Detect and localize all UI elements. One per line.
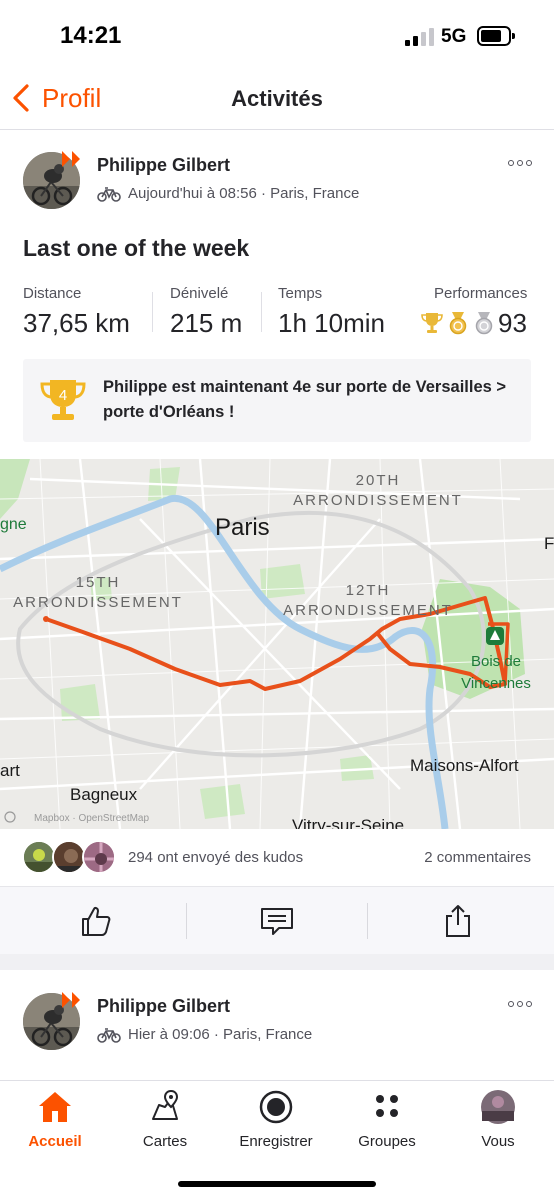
map-label-maisons-alfort: Maisons-Alfort [410, 756, 519, 775]
bike-icon [97, 1027, 121, 1043]
nav-bar: Profil Activités [0, 72, 554, 130]
activity-meta: Aujourd'hui à 08:56 · Paris, France [97, 185, 359, 202]
action-bar [0, 886, 554, 954]
home-indicator [178, 1181, 376, 1187]
tab-label: Enregistrer [239, 1133, 313, 1150]
tab-cartes[interactable]: Cartes [110, 1081, 220, 1161]
gold-medal-icon [449, 312, 467, 335]
park-marker-icon [486, 627, 504, 645]
activity-meta-text: Aujourd'hui à 08:56 · Paris, France [128, 185, 360, 202]
tab-label: Groupes [358, 1133, 416, 1150]
distance-value: 37,65 km [23, 308, 130, 338]
share-button[interactable] [368, 887, 548, 955]
elevation-value: 215 m [170, 308, 243, 338]
tab-groupes[interactable]: Groupes [332, 1081, 442, 1161]
map-label-20th: 20TH [356, 472, 401, 489]
tab-label: Vous [481, 1133, 515, 1150]
comment-button[interactable] [187, 887, 367, 955]
kudos-button[interactable] [6, 887, 186, 955]
route-map[interactable]: Paris 20TH ARRONDISSEMENT 15TH ARRONDISS… [0, 459, 554, 829]
bike-icon [97, 186, 121, 202]
map-label-edge-right: F [544, 534, 554, 553]
performance-label: Performances [434, 285, 528, 302]
network-label: 5G [441, 26, 467, 47]
map-label-15th: 15TH [76, 574, 121, 591]
map-label-bois: Bois de [471, 653, 521, 670]
map-label-bagneux: Bagneux [70, 785, 138, 804]
feed-separator [0, 954, 554, 970]
more-options-button[interactable] [508, 158, 532, 168]
activity-meta: Hier à 09:06 · Paris, France [97, 1026, 312, 1043]
athlete-name[interactable]: Philippe Gilbert [97, 155, 230, 176]
athlete-name[interactable]: Philippe Gilbert [97, 996, 230, 1017]
comment-icon [261, 908, 293, 935]
share-icon [446, 905, 470, 937]
groups-icon [376, 1095, 398, 1117]
stat-divider [261, 292, 262, 332]
trophy-gold-icon [421, 313, 443, 333]
chevron-left-icon [13, 84, 29, 112]
activity-meta-text: Hier à 09:06 · Paris, France [128, 1026, 313, 1043]
achievement-text: Philippe est maintenant 4e sur porte de … [103, 378, 507, 421]
map-label-paris: Paris [215, 514, 270, 541]
map-label-15th-arr: ARRONDISSEMENT [13, 594, 183, 611]
battery-icon [477, 26, 515, 46]
profile-avatar [481, 1090, 515, 1124]
map-svg: Paris 20TH ARRONDISSEMENT 15TH ARRONDISS… [0, 459, 554, 829]
status-bar: 14:21 5G [0, 0, 554, 72]
map-icon [152, 1089, 179, 1120]
map-attribution: Mapbox · OpenStreetMap [34, 813, 149, 824]
kudo-avatar [82, 840, 116, 874]
kudo-avatar [22, 840, 56, 874]
kudos-row[interactable]: 294 ont envoyé des kudos 2 commentaires [0, 838, 554, 878]
achievement-banner[interactable]: 4 Philippe est maintenant 4e sur porte d… [23, 359, 531, 442]
map-label-20th-arr: ARRONDISSEMENT [293, 492, 463, 509]
performance-value: 93 [498, 308, 527, 338]
comments-count[interactable]: 2 commentaires [424, 849, 531, 866]
map-label-vitry: Vitry-sur-Seine [292, 816, 404, 829]
thumbs-up-icon [82, 906, 111, 936]
tab-accueil[interactable]: Accueil [0, 1081, 110, 1161]
activity-card: Philippe Gilbert Hier à 09:06 · Paris, F… [0, 970, 554, 1080]
map-label-edge-left-top: gne [0, 516, 27, 533]
subscriber-badge-icon [62, 151, 80, 167]
signal-icon [405, 28, 435, 46]
status-time: 14:21 [60, 22, 122, 49]
map-label-edge-left-bottom: art [0, 761, 20, 780]
map-label-vincennes: Vincennes [461, 675, 531, 692]
trophy-icon: 4 [40, 380, 86, 420]
more-options-button[interactable] [508, 999, 532, 1009]
back-label: Profil [42, 82, 102, 113]
distance-label: Distance [23, 285, 82, 302]
activity-title[interactable]: Last one of the week [23, 235, 249, 262]
tab-label: Cartes [142, 1133, 188, 1150]
stat-divider [152, 292, 153, 332]
back-button[interactable]: Profil [10, 82, 101, 114]
map-label-12th-arr: ARRONDISSEMENT [283, 602, 453, 619]
achievement-rank: 4 [59, 387, 67, 404]
time-value: 1h 10min [278, 308, 385, 338]
map-label-12th: 12TH [346, 582, 391, 599]
elevation-label: Dénivelé [170, 285, 229, 302]
tab-vous[interactable]: Vous [443, 1081, 553, 1161]
time-label: Temps [278, 285, 323, 302]
tab-label: Accueil [28, 1133, 82, 1150]
silver-medal-icon [475, 312, 493, 335]
home-icon [39, 1092, 71, 1122]
tab-enregistrer[interactable]: Enregistrer [221, 1081, 331, 1161]
kudo-avatar [52, 840, 86, 874]
kudos-count[interactable]: 294 ont envoyé des kudos [128, 849, 303, 866]
record-icon [259, 1090, 293, 1124]
subscriber-badge-icon [62, 992, 80, 1008]
